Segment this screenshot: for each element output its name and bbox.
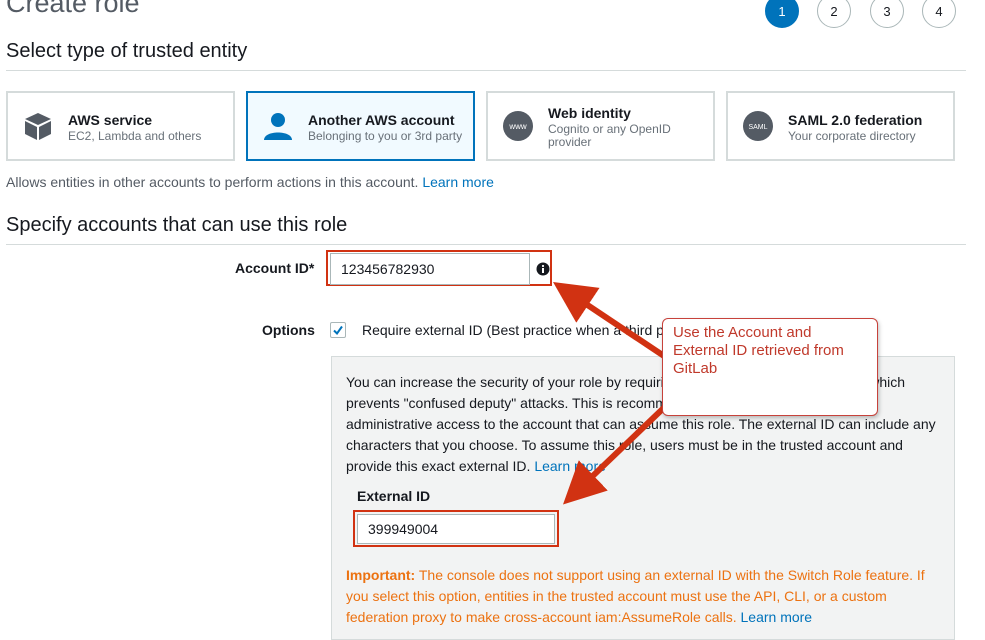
arrow-to-external-id (563, 397, 675, 505)
annotation-callout: Use the Account and External ID retrieve… (662, 318, 878, 416)
arrow-to-account-id (553, 282, 666, 359)
